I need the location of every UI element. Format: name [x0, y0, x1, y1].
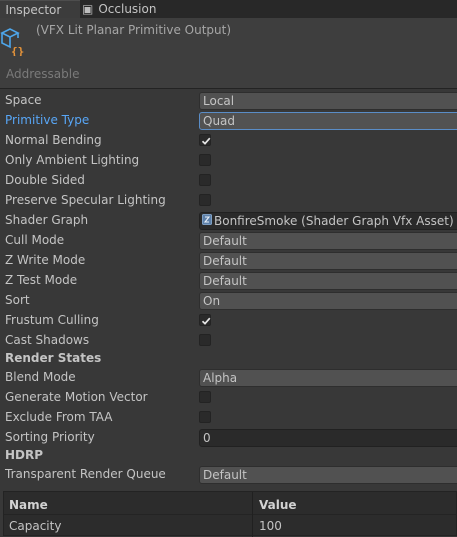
inspector-header: {} (VFX Lit Planar Primitive Output) Add…: [0, 18, 457, 89]
shader-graph-value: BonfireSmoke (Shader Graph Vfx Asset): [214, 214, 454, 228]
exclude-from-taa-checkbox[interactable]: [199, 411, 211, 423]
cull-mode-dropdown[interactable]: Default: [199, 232, 457, 250]
z-test-mode-label: Z Test Mode: [5, 273, 77, 287]
tab-bar: i Inspector ▣ Occlusion: [0, 0, 457, 18]
z-write-mode-label: Z Write Mode: [5, 253, 85, 267]
blend-mode-label: Blend Mode: [5, 370, 76, 384]
sorting-priority-input[interactable]: 0: [199, 429, 457, 447]
row-primitive-type: Primitive Type Quad: [0, 111, 457, 131]
table-row-value[interactable]: 100: [259, 519, 282, 533]
row-exclude-from-taa: Exclude From TAA: [0, 408, 457, 428]
row-cast-shadows: Cast Shadows: [0, 331, 457, 351]
cull-mode-label: Cull Mode: [5, 233, 64, 247]
normal-bending-checkbox[interactable]: [199, 134, 211, 146]
row-sort: Sort On: [0, 291, 457, 311]
generate-motion-vector-checkbox[interactable]: [199, 391, 211, 403]
sort-label: Sort: [5, 293, 30, 307]
row-shader-graph: Shader Graph BonfireSmoke (Shader Graph …: [0, 211, 457, 231]
primitive-type-label: Primitive Type: [5, 113, 89, 127]
vfx-output-icon: {}: [0, 24, 26, 59]
shader-graph-object-field[interactable]: BonfireSmoke (Shader Graph Vfx Asset): [199, 212, 457, 230]
row-generate-motion-vector: Generate Motion Vector: [0, 388, 457, 408]
row-z-write-mode: Z Write Mode Default: [0, 251, 457, 271]
exclude-from-taa-label: Exclude From TAA: [5, 410, 113, 424]
tab-occlusion-label: Occlusion: [98, 2, 156, 16]
preserve-specular-lighting-checkbox[interactable]: [199, 194, 211, 206]
row-hdrp-header: HDRP: [0, 446, 457, 466]
svg-text:{}: {}: [11, 45, 24, 56]
table-row-name: Capacity: [9, 519, 61, 533]
row-preserve-specular-lighting: Preserve Specular Lighting: [0, 191, 457, 211]
checkmark-icon: [200, 135, 212, 147]
cast-shadows-label: Cast Shadows: [5, 333, 89, 347]
hdrp-heading: HDRP: [5, 448, 43, 462]
frustum-culling-checkbox[interactable]: [199, 314, 211, 326]
row-normal-bending: Normal Bending: [0, 131, 457, 151]
normal-bending-label: Normal Bending: [5, 133, 102, 147]
only-ambient-lighting-label: Only Ambient Lighting: [5, 153, 139, 167]
row-only-ambient-lighting: Only Ambient Lighting: [0, 151, 457, 171]
render-states-heading: Render States: [5, 351, 101, 365]
shader-graph-asset-icon: [202, 213, 212, 229]
row-blend-mode: Blend Mode Alpha: [0, 368, 457, 388]
generate-motion-vector-label: Generate Motion Vector: [5, 390, 148, 404]
properties-table: Name Value Capacity 100: [3, 491, 457, 536]
sorting-priority-label: Sorting Priority: [5, 430, 95, 444]
row-z-test-mode: Z Test Mode Default: [0, 271, 457, 291]
space-label: Space: [5, 93, 42, 107]
row-space: Space Local: [0, 91, 457, 111]
blend-mode-dropdown[interactable]: Alpha: [199, 369, 457, 387]
column-header-value: Value: [259, 498, 297, 512]
cast-shadows-checkbox[interactable]: [199, 334, 211, 346]
occlusion-icon: ▣: [82, 2, 93, 16]
space-dropdown[interactable]: Local: [199, 92, 457, 110]
row-frustum-culling: Frustum Culling: [0, 311, 457, 331]
header-title: (VFX Lit Planar Primitive Output): [36, 23, 231, 37]
row-sorting-priority: Sorting Priority 0: [0, 428, 457, 448]
z-test-mode-dropdown[interactable]: Default: [199, 272, 457, 290]
header-divider: [4, 514, 457, 515]
addressable-label: Addressable: [6, 67, 79, 81]
preserve-specular-lighting-label: Preserve Specular Lighting: [5, 193, 166, 207]
double-sided-checkbox[interactable]: [199, 174, 211, 186]
column-header-name: Name: [9, 498, 48, 512]
tab-inspector[interactable]: i Inspector: [0, 0, 80, 18]
row-double-sided: Double Sided: [0, 171, 457, 191]
only-ambient-lighting-checkbox[interactable]: [199, 154, 211, 166]
z-write-mode-dropdown[interactable]: Default: [199, 252, 457, 270]
transparent-render-queue-label: Transparent Render Queue: [5, 467, 166, 481]
tab-occlusion[interactable]: ▣ Occlusion: [82, 0, 192, 18]
checkmark-icon: [200, 315, 212, 327]
row-transparent-render-queue: Transparent Render Queue Default: [0, 465, 457, 485]
sort-dropdown[interactable]: On: [199, 292, 457, 310]
shader-graph-label: Shader Graph: [5, 213, 88, 227]
row-cull-mode: Cull Mode Default: [0, 231, 457, 251]
column-divider[interactable]: [252, 492, 253, 537]
row-render-states-header: Render States: [0, 349, 457, 369]
primitive-type-dropdown[interactable]: Quad: [199, 112, 457, 130]
transparent-render-queue-dropdown[interactable]: Default: [199, 466, 457, 484]
frustum-culling-label: Frustum Culling: [5, 313, 99, 327]
double-sided-label: Double Sided: [5, 173, 85, 187]
tab-inspector-label: Inspector: [5, 3, 61, 17]
